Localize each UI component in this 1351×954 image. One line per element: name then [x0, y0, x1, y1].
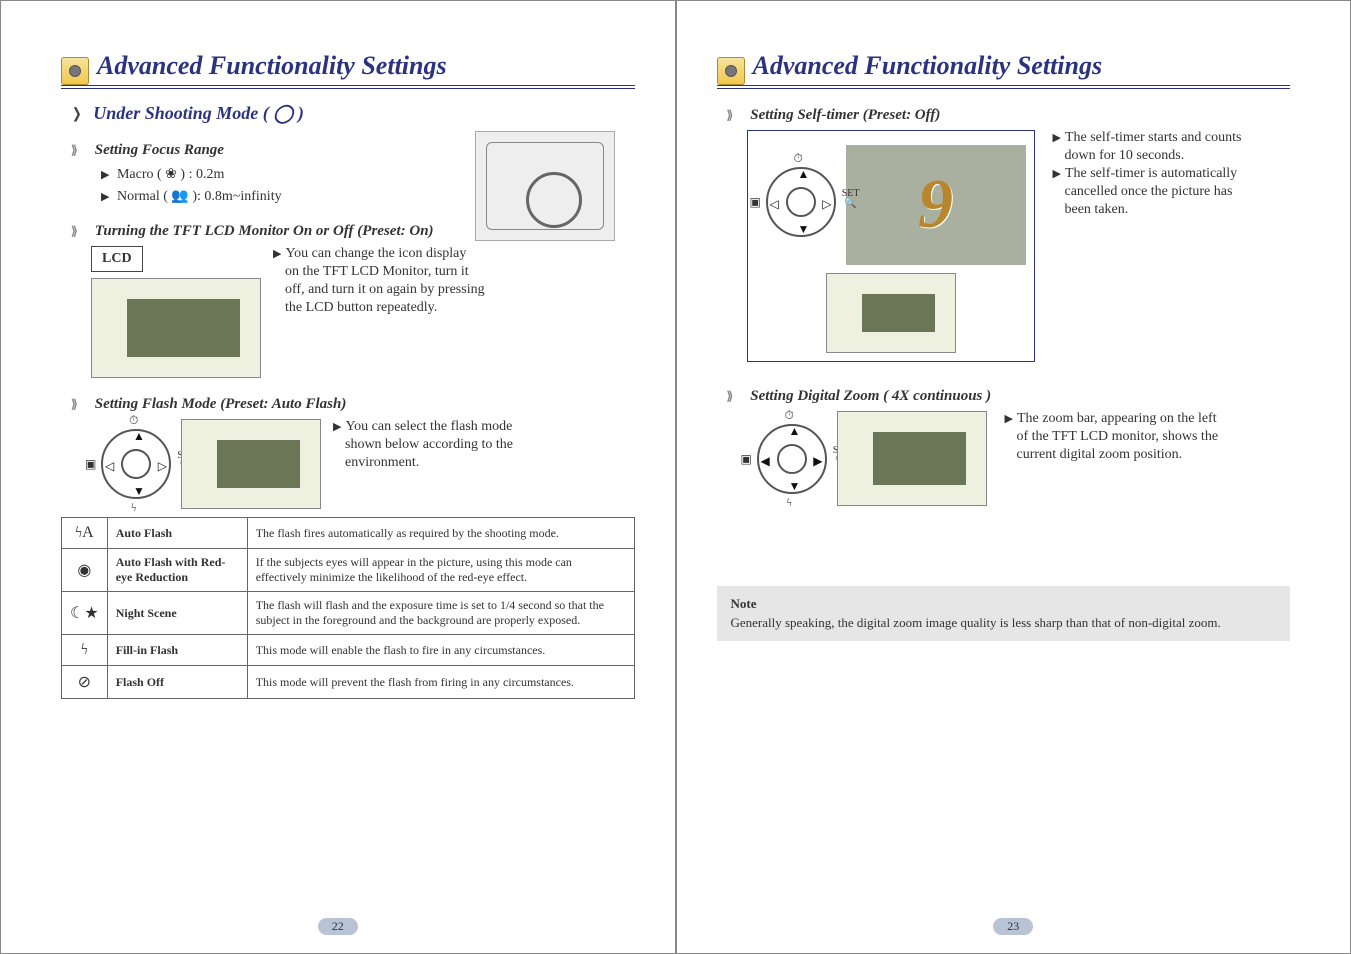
camera-icon: ◯	[273, 103, 293, 123]
lcd-figure: LCD	[91, 246, 261, 378]
flash-icon: ϟ	[131, 500, 136, 515]
shooting-mode-head: ❭ Under Shooting Mode ( ◯ )	[71, 103, 635, 124]
flash-mode-head: ⟫ Setting Flash Mode (Preset: Auto Flash…	[71, 396, 635, 413]
note-body: Generally speaking, the digital zoom ima…	[731, 615, 1277, 631]
flash-figure: ▲▼ ◁▷ ⏱ ▣ ϟ SET🔍	[91, 419, 321, 509]
self-timer-text: ▶The self-timer starts and counts down f…	[1053, 130, 1242, 220]
flash-mode-icon: ⊘	[62, 666, 108, 699]
camera-back-illustration-4	[837, 411, 987, 506]
digital-icon: ▣	[750, 195, 761, 210]
page-title-right: Advanced Functionality Settings	[753, 51, 1103, 81]
timer-icon: ⏱	[129, 413, 138, 428]
double-chevron-icon: ⟫	[727, 108, 743, 124]
page-right: Advanced Functionality Settings ⟫ Settin…	[676, 0, 1351, 954]
flash-mode-icon: ϟ	[62, 635, 108, 666]
flash-mode-name: Flash Off	[107, 666, 247, 699]
countdown-screen: 9	[846, 145, 1026, 265]
camera-back-illustration-3	[826, 273, 956, 353]
note-box: Note Generally speaking, the digital zoo…	[717, 586, 1291, 641]
double-chevron-icon: ⟫	[727, 389, 743, 405]
flash-mode-desc: If the subjects eyes will appear in the …	[247, 549, 634, 592]
table-row: ϟFill-in FlashThis mode will enable the …	[62, 635, 635, 666]
table-row: ☾★Night SceneThe flash will flash and th…	[62, 592, 635, 635]
flower-icon: ❀	[165, 165, 177, 181]
table-row: ◉Auto Flash with Red-eye ReductionIf the…	[62, 549, 635, 592]
double-chevron-icon: ⟫	[71, 224, 87, 240]
flash-text: ▶You can select the flash mode shown bel…	[333, 419, 513, 473]
flash-mode-name: Fill-in Flash	[107, 635, 247, 666]
zoom-figure: ▲▼ ◀▶ ⏱ ▣ ϟ SET🔍	[747, 411, 987, 506]
title-row-left: Advanced Functionality Settings	[61, 51, 635, 89]
timer-icon: ⏱	[794, 151, 803, 166]
page-number-right: 23	[993, 918, 1033, 935]
flash-mode-desc: This mode will enable the flash to fire …	[247, 635, 634, 666]
digital-zoom-head: ⟫ Setting Digital Zoom ( 4X continuous )	[727, 388, 1291, 405]
nav-pad-icon: ▲▼ ◁▷ ⏱ ▣ ϟ SET🔍	[101, 429, 171, 499]
page-number-left: 22	[318, 918, 358, 935]
note-title: Note	[731, 596, 1277, 612]
zoom-text: ▶The zoom bar, appearing on the left of …	[1005, 411, 1219, 465]
flash-icon: ϟ	[787, 495, 792, 510]
nav-pad-icon: ▲▼ ◀▶ ⏱ ▣ ϟ SET🔍	[757, 424, 827, 494]
title-row-right: Advanced Functionality Settings	[717, 51, 1291, 89]
camera-back-illustration	[91, 278, 261, 378]
flash-mode-name: Auto Flash	[107, 518, 247, 549]
flash-mode-desc: The flash will flash and the exposure ti…	[247, 592, 634, 635]
set-label: SET🔍	[842, 189, 860, 209]
camera-lens-icon	[61, 57, 89, 85]
camera-lens-icon	[717, 57, 745, 85]
camera-back-illustration-2	[181, 419, 321, 509]
double-chevron-icon: ⟫	[71, 397, 87, 413]
self-timer-figure: ▲▼ ◁▷ ⏱ ▣ SET🔍 9	[747, 130, 1035, 362]
table-row: ⊘Flash OffThis mode will prevent the fla…	[62, 666, 635, 699]
nav-pad-icon: ▲▼ ◁▷ ⏱ ▣ SET🔍	[766, 167, 836, 237]
flash-mode-icon: ϟA	[62, 518, 108, 549]
lcd-label-box: LCD	[91, 246, 143, 272]
people-icon: 👥	[171, 187, 188, 203]
camera-illustration	[475, 131, 615, 241]
double-chevron-icon: ⟫	[71, 143, 87, 159]
flash-mode-name: Auto Flash with Red-eye Reduction	[107, 549, 247, 592]
chevron-icon: ❭	[71, 107, 83, 122]
flash-mode-icon: ☾★	[62, 592, 108, 635]
flash-mode-icon: ◉	[62, 549, 108, 592]
flash-mode-name: Night Scene	[107, 592, 247, 635]
flash-mode-desc: The flash fires automatically as require…	[247, 518, 634, 549]
page-left: Advanced Functionality Settings ❭ Under …	[0, 0, 676, 954]
digital-icon: ▣	[85, 457, 96, 472]
timer-icon: ⏱	[785, 408, 794, 423]
digital-icon: ▣	[741, 452, 752, 467]
flash-mode-desc: This mode will prevent the flash from fi…	[247, 666, 634, 699]
self-timer-head: ⟫ Setting Self-timer (Preset: Off)	[727, 107, 1291, 124]
flash-mode-table: ϟAAuto FlashThe flash fires automaticall…	[61, 517, 635, 699]
page-title-left: Advanced Functionality Settings	[97, 51, 447, 81]
lcd-text: ▶You can change the icon display on the …	[273, 246, 485, 318]
table-row: ϟAAuto FlashThe flash fires automaticall…	[62, 518, 635, 549]
